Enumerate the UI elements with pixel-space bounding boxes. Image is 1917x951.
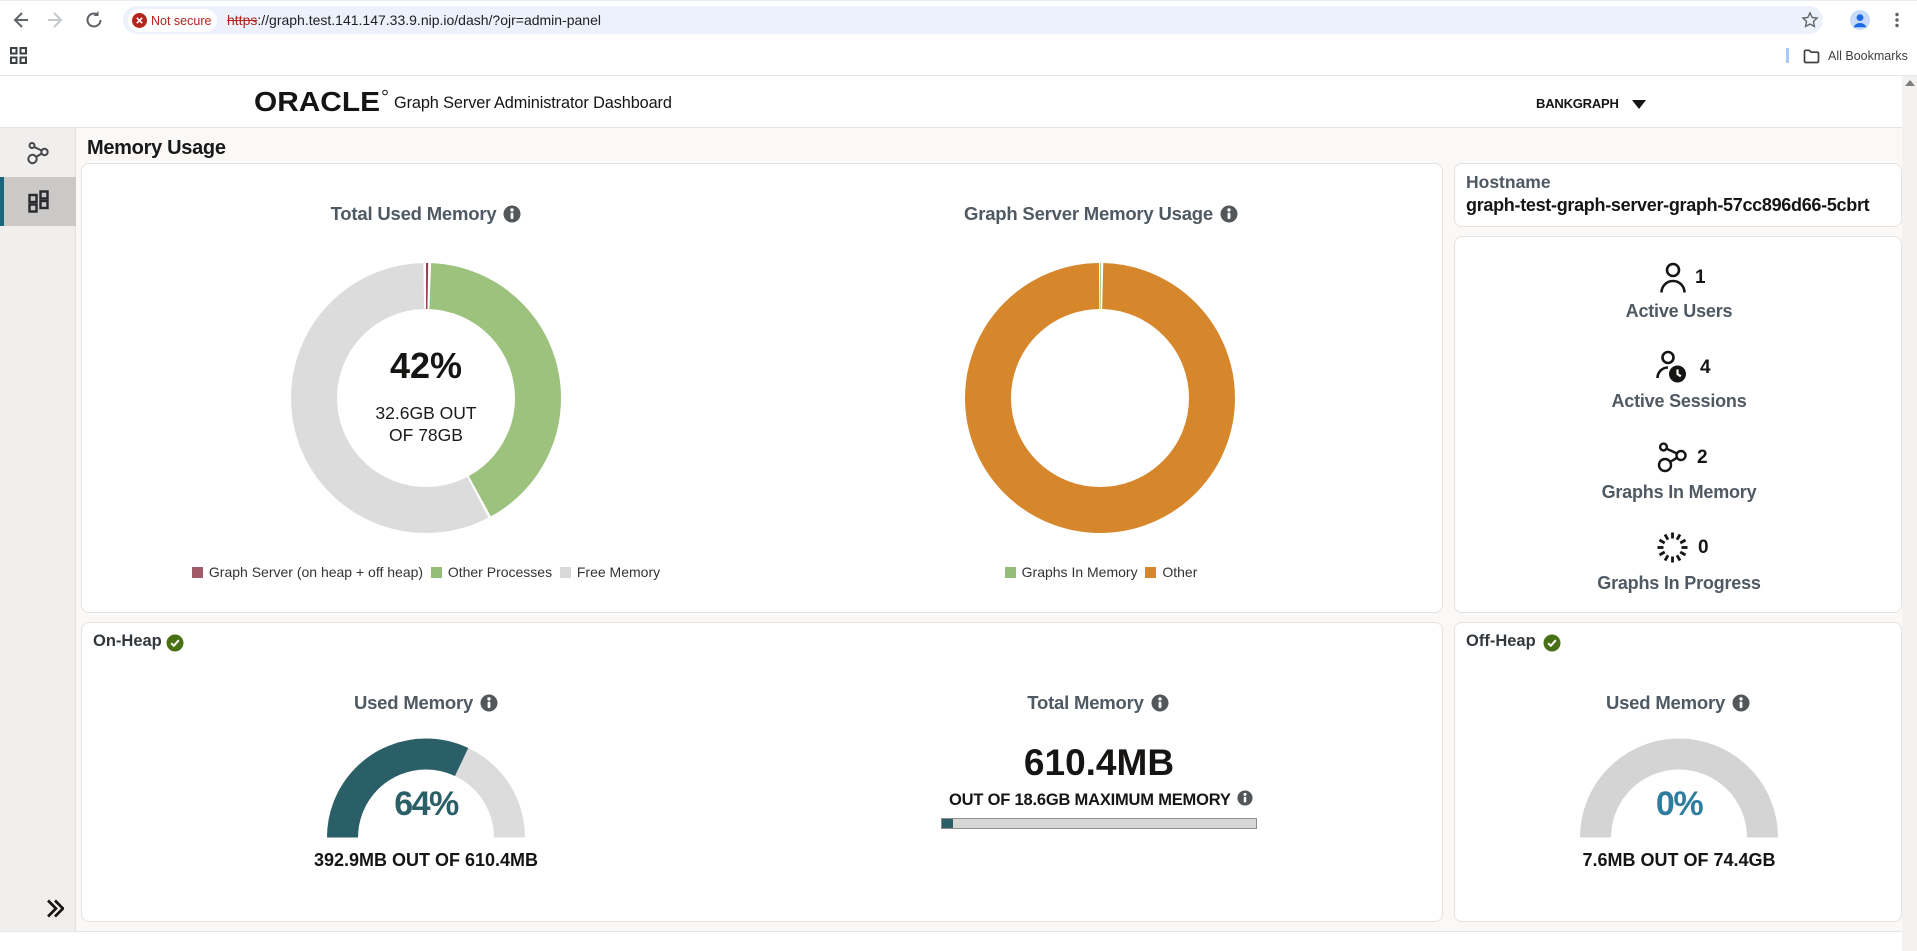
svg-text:ORACLE: ORACLE — [254, 87, 380, 115]
